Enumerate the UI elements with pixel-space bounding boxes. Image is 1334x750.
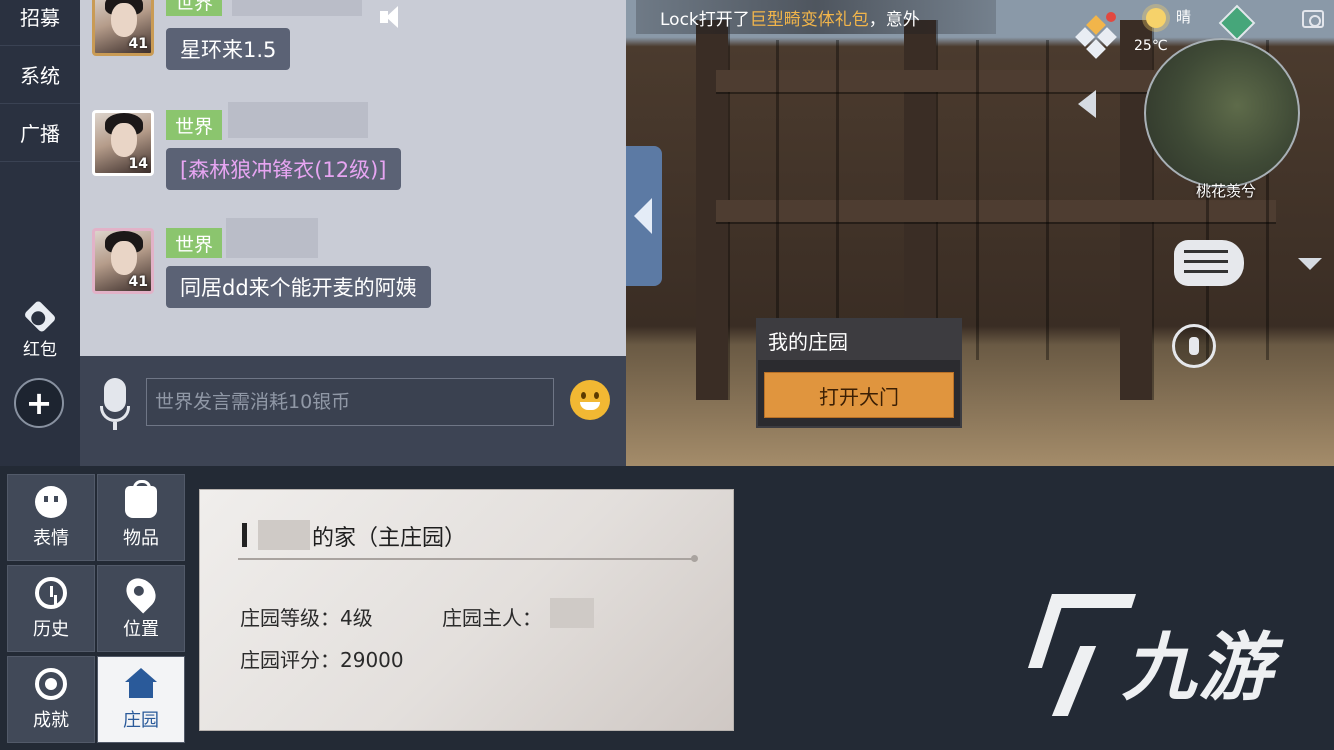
manor-level: 庄园等级：4级 xyxy=(240,602,373,631)
redpack-icon xyxy=(23,299,57,334)
manor-popup-title: 我的庄园 xyxy=(758,320,960,360)
house-icon xyxy=(125,667,157,700)
channel-tag: 世界 xyxy=(166,0,222,16)
watermark-logo: 九游 xyxy=(1026,590,1296,720)
smiley-icon xyxy=(35,485,67,518)
collapse-chat-handle[interactable] xyxy=(626,146,662,286)
minimap[interactable] xyxy=(1144,38,1300,188)
nav-broadcast[interactable]: 广播 xyxy=(0,104,80,162)
manor-score-value: 29000 xyxy=(340,648,404,672)
drone-icon[interactable] xyxy=(1172,324,1216,368)
menu-expression[interactable]: 表情 xyxy=(7,474,95,561)
location-pin-icon xyxy=(120,571,162,614)
emoji-icon[interactable] xyxy=(570,380,610,420)
avatar-level: 14 xyxy=(128,156,148,172)
player-name-blurred xyxy=(226,218,318,258)
avatar-level: 41 xyxy=(128,274,148,290)
manor-score: 庄园评分：29000 xyxy=(240,644,404,673)
redpack-button[interactable]: 红包 xyxy=(12,299,68,360)
menu-label: 表情 xyxy=(33,527,69,549)
menu-items[interactable]: 物品 xyxy=(97,474,185,561)
player-name-blurred xyxy=(232,0,362,16)
turn-left-icon[interactable] xyxy=(1078,90,1096,118)
temperature: 25℃ xyxy=(1134,38,1168,54)
menu-label: 成就 xyxy=(33,709,69,731)
notification-dot xyxy=(1106,12,1116,22)
manor-popup: 我的庄园 打开大门 xyxy=(756,318,962,428)
fence-beam xyxy=(716,200,1276,222)
menu-location[interactable]: 位置 xyxy=(97,565,185,652)
avatar-level: 41 xyxy=(128,36,148,52)
left-nav: 招募 系统 广播 红包 + xyxy=(0,0,80,466)
chat-input[interactable] xyxy=(146,378,554,426)
jiuyou-logo-icon xyxy=(1026,590,1122,716)
game-viewport[interactable]: Lock打开了 巨型畸变体礼包 ，意外 晴 25℃ 桃花羡兮 我的庄园 打开大门 xyxy=(626,0,1334,466)
watermark-text: 九游 xyxy=(1122,625,1274,711)
title-bar-marker xyxy=(242,523,247,547)
menu-label: 物品 xyxy=(123,527,159,549)
chat-input-bar xyxy=(80,356,626,466)
manor-title: 的家（主庄园） xyxy=(312,526,467,551)
notice-item: 巨型畸变体礼包 xyxy=(749,9,869,30)
chat-bubble: 星环来1.5 xyxy=(166,28,291,70)
player-name-blurred xyxy=(228,102,368,138)
menu-manor[interactable]: 庄园 xyxy=(97,656,185,743)
manor-owner-blurred xyxy=(550,598,594,628)
divider xyxy=(238,555,698,562)
nav-recruit[interactable]: 招募 xyxy=(0,0,80,46)
add-button[interactable]: + xyxy=(14,378,64,428)
menu-label: 庄园 xyxy=(123,709,159,731)
chat-panel: 41 世界 星环来1.5 14 世界 [森林狼冲锋衣(12级)] 41 世界 同… xyxy=(80,0,626,356)
minimap-place-name: 桃花羡兮 xyxy=(1196,182,1257,200)
bottom-panel: 表情 物品 历史 位置 成就 庄园 的家（主庄园） 庄园等级：4级 庄园主人： … xyxy=(0,466,1334,750)
system-notice: Lock打开了 巨型畸变体礼包 ，意外 xyxy=(636,0,996,34)
open-gate-button[interactable]: 打开大门 xyxy=(764,372,954,418)
weather-text: 晴 xyxy=(1176,8,1192,26)
chat-bubble: 同居dd来个能开麦的阿姨 xyxy=(166,266,431,308)
notice-prefix: Lock打开了 xyxy=(660,9,750,30)
camera-icon[interactable] xyxy=(1302,10,1324,28)
manor-level-label: 庄园等级： xyxy=(240,606,340,630)
speaker-icon[interactable] xyxy=(380,6,420,28)
nav-system[interactable]: 系统 xyxy=(0,46,80,104)
redpack-label: 红包 xyxy=(23,340,57,360)
manor-level-value: 4级 xyxy=(340,606,373,630)
menu-label: 位置 xyxy=(123,618,159,640)
chevron-down-icon[interactable] xyxy=(1298,258,1322,270)
channel-tag: 世界 xyxy=(166,228,222,258)
history-icon xyxy=(35,576,67,609)
map-icon[interactable] xyxy=(1218,4,1256,42)
notice-suffix: ，意外 xyxy=(868,9,920,30)
menu-label: 历史 xyxy=(33,618,69,640)
avatar[interactable]: 41 xyxy=(92,228,154,294)
owner-name-blurred xyxy=(258,520,310,550)
medal-icon xyxy=(35,667,67,700)
manor-owner-label: 庄园主人： xyxy=(442,606,542,630)
channel-tag: 世界 xyxy=(166,110,222,140)
menu-history[interactable]: 历史 xyxy=(7,565,95,652)
item-link-bubble[interactable]: [森林狼冲锋衣(12级)] xyxy=(166,148,401,190)
manor-info-card: 的家（主庄园） 庄园等级：4级 庄园主人： 庄园评分：29000 xyxy=(199,489,734,731)
sun-icon xyxy=(1146,8,1166,28)
fist-icon[interactable] xyxy=(1174,240,1244,286)
avatar[interactable]: 14 xyxy=(92,110,154,176)
avatar[interactable]: 41 xyxy=(92,0,154,56)
bag-icon xyxy=(125,479,157,518)
manor-score-label: 庄园评分： xyxy=(240,648,340,672)
menu-achievement[interactable]: 成就 xyxy=(7,656,95,743)
